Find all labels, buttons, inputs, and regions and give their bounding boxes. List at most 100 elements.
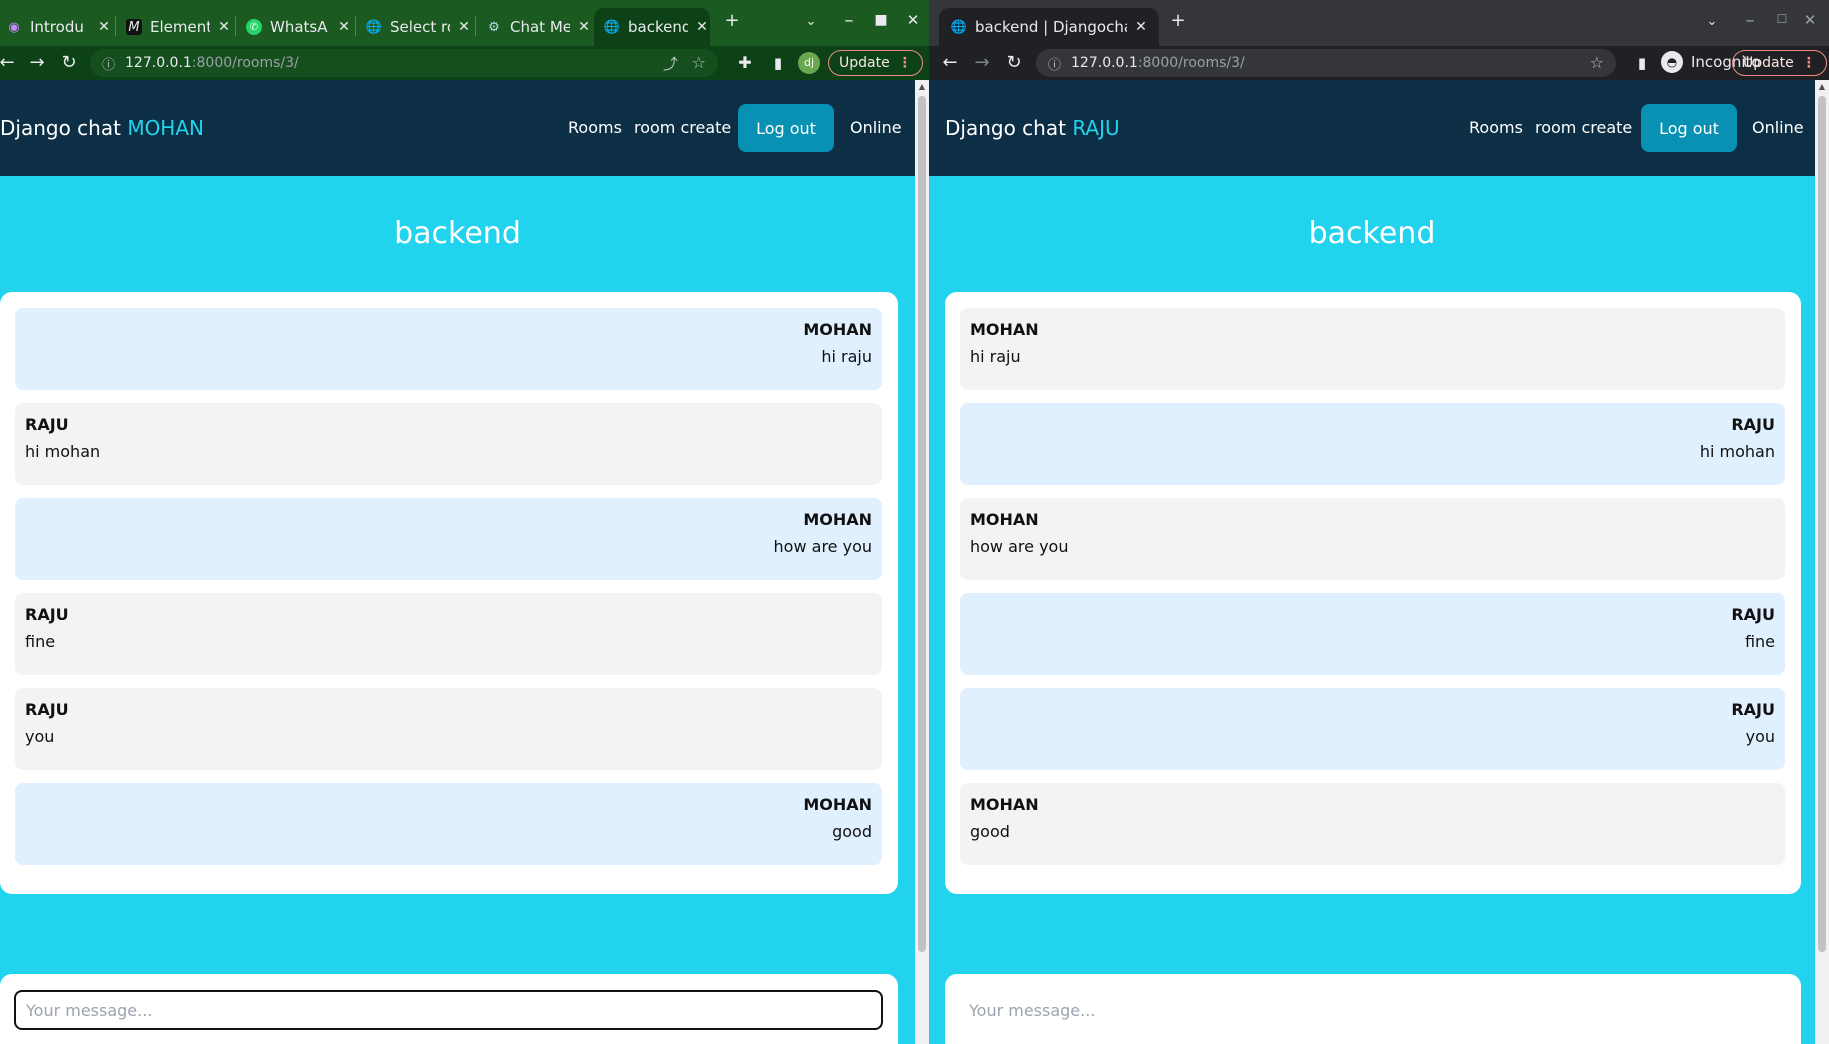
message-text: fine	[1744, 632, 1775, 651]
message-text: you	[1745, 727, 1775, 746]
compose-card	[945, 974, 1801, 1044]
chat-messages-card: MOHAN hi raju RAJU hi mohan MOHAN how ar…	[0, 292, 898, 894]
message-text: good	[970, 822, 1010, 841]
close-icon[interactable]: ✕	[1133, 19, 1149, 35]
info-icon[interactable]: ⓘ	[102, 54, 115, 73]
nav-room-create-link[interactable]: room create	[1535, 118, 1632, 137]
back-icon[interactable]: ←	[0, 50, 20, 76]
reload-icon[interactable]: ↻	[1001, 50, 1027, 76]
extensions-icon[interactable]: ✚	[732, 50, 758, 76]
right-browser-window: 🌐 backend | Djangochat ✕ + ⌄ – ☐ ✕ ← → ↻…	[929, 0, 1829, 1044]
message-input[interactable]	[14, 990, 883, 1030]
url-path: :8000/rooms/3/	[1137, 55, 1245, 71]
info-icon[interactable]: ⓘ	[1048, 54, 1061, 73]
message-text: fine	[25, 632, 56, 651]
nav-online-link[interactable]: Online	[1752, 118, 1804, 137]
nav-rooms-link[interactable]: Rooms	[568, 118, 622, 137]
forward-icon[interactable]: →	[24, 50, 50, 76]
message-input[interactable]	[959, 990, 1785, 1030]
message-author: MOHAN	[803, 320, 872, 339]
close-icon[interactable]: ✕	[576, 19, 592, 35]
bookmark-star-icon[interactable]: ☆	[692, 53, 706, 72]
scrollbar-thumb[interactable]	[1818, 96, 1826, 952]
logout-button[interactable]: Log out	[738, 104, 834, 152]
side-panel-icon[interactable]: ▮	[765, 50, 791, 76]
tab-introduction[interactable]: ◉ Introdu ✕	[0, 8, 112, 46]
logout-button[interactable]: Log out	[1641, 104, 1737, 152]
tab-whatsapp[interactable]: ✆ WhatsA ✕	[242, 8, 352, 46]
close-icon[interactable]: ✕	[694, 19, 710, 35]
tab-chat[interactable]: ⚙ Chat Me ✕	[482, 8, 592, 46]
m-logo-icon: M	[126, 19, 142, 35]
tab-search-icon[interactable]: ⌄	[1699, 14, 1725, 29]
update-button[interactable]: Update ⋮	[1732, 50, 1827, 76]
current-username: RAJU	[1072, 116, 1120, 140]
tab-backend-djangochat[interactable]: 🌐 backend | Djangochat ✕	[939, 8, 1159, 46]
message-author: MOHAN	[970, 510, 1039, 529]
back-icon[interactable]: ←	[937, 50, 963, 76]
message-author: RAJU	[1731, 700, 1775, 719]
update-button[interactable]: Update ⋮	[828, 50, 923, 76]
close-window-button[interactable]: ✕	[900, 11, 926, 29]
maximize-button[interactable]: ■	[868, 12, 894, 28]
left-browser-window: ◉ Introdu ✕ M Element ✕ ✆ WhatsA ✕ 🌐 Sel…	[0, 0, 929, 1044]
compose-card	[0, 974, 898, 1044]
address-bar[interactable]: ⓘ 127.0.0.1:8000/rooms/3/ ☆	[1036, 49, 1616, 77]
minimize-button[interactable]: –	[1737, 10, 1763, 31]
new-tab-button[interactable]: +	[1165, 10, 1191, 31]
page-scrollbar[interactable]: ▲	[915, 80, 929, 1044]
message-text: hi raju	[821, 347, 872, 366]
close-icon[interactable]: ✕	[216, 19, 232, 35]
share-icon[interactable]: ⤴	[663, 53, 678, 74]
tab-element[interactable]: M Element ✕	[122, 8, 232, 46]
chat-message: RAJU hi mohan	[960, 403, 1785, 485]
chat-message: MOHAN good	[15, 783, 882, 865]
message-text: hi mohan	[1699, 442, 1775, 461]
new-tab-button[interactable]: +	[719, 10, 745, 31]
minimize-button[interactable]: –	[836, 10, 862, 31]
browser-toolbar: ← → ↻ ⓘ 127.0.0.1:8000/rooms/3/ ⤴ ☆ ✚ ▮ …	[0, 46, 929, 80]
reload-icon[interactable]: ↻	[56, 50, 82, 76]
close-icon[interactable]: ✕	[336, 19, 352, 35]
chat-message: MOHAN how are you	[15, 498, 882, 580]
site-navbar: Django chat MOHAN Rooms room create Log …	[0, 80, 915, 176]
globe-icon: 🌐	[365, 19, 383, 35]
close-icon[interactable]: ✕	[456, 19, 472, 35]
tab-strip: 🌐 backend | Djangochat ✕ + ⌄ – ☐ ✕	[929, 0, 1829, 46]
address-bar[interactable]: ⓘ 127.0.0.1:8000/rooms/3/ ⤴ ☆	[90, 49, 718, 77]
message-text: hi mohan	[25, 442, 101, 461]
scroll-up-icon[interactable]: ▲	[1815, 82, 1829, 91]
room-title: backend	[1308, 216, 1436, 251]
close-icon[interactable]: ✕	[96, 19, 112, 35]
message-text: you	[25, 727, 55, 746]
tab-select-room[interactable]: 🌐 Select ro ✕	[362, 8, 472, 46]
brand[interactable]: Django chat MOHAN	[0, 116, 204, 140]
profile-avatar[interactable]: dj	[798, 52, 820, 74]
nav-room-create-link[interactable]: room create	[634, 118, 731, 137]
close-window-button[interactable]: ✕	[1797, 11, 1823, 29]
chat-message: RAJU you	[960, 688, 1785, 770]
page-viewport: Django chat MOHAN Rooms room create Log …	[0, 80, 915, 1044]
nav-rooms-link[interactable]: Rooms	[1469, 118, 1523, 137]
forward-icon[interactable]: →	[969, 50, 995, 76]
current-username: MOHAN	[127, 116, 204, 140]
bookmark-star-icon[interactable]: ☆	[1590, 53, 1604, 72]
tab-strip: ◉ Introdu ✕ M Element ✕ ✆ WhatsA ✕ 🌐 Sel…	[0, 0, 929, 46]
scrollbar-thumb[interactable]	[918, 96, 926, 952]
scroll-up-icon[interactable]: ▲	[915, 82, 929, 91]
message-text: how are you	[773, 537, 872, 556]
url-host: 127.0.0.1	[125, 55, 192, 71]
tab-backend[interactable]: 🌐 backend ✕	[594, 8, 710, 46]
tab-search-icon[interactable]: ⌄	[798, 14, 824, 29]
incognito-icon: ◓	[1661, 51, 1683, 73]
nav-online-link[interactable]: Online	[850, 118, 902, 137]
maximize-button[interactable]: ☐	[1769, 12, 1795, 26]
message-author: RAJU	[25, 415, 69, 434]
page-viewport: Django chat RAJU Rooms room create Log o…	[929, 80, 1815, 1044]
page-scrollbar[interactable]: ▲	[1815, 80, 1829, 1044]
message-author: RAJU	[1731, 415, 1775, 434]
brand[interactable]: Django chat RAJU	[945, 116, 1120, 140]
side-panel-icon[interactable]: ▮	[1629, 50, 1655, 76]
message-author: MOHAN	[970, 795, 1039, 814]
room-title: backend	[394, 216, 521, 251]
